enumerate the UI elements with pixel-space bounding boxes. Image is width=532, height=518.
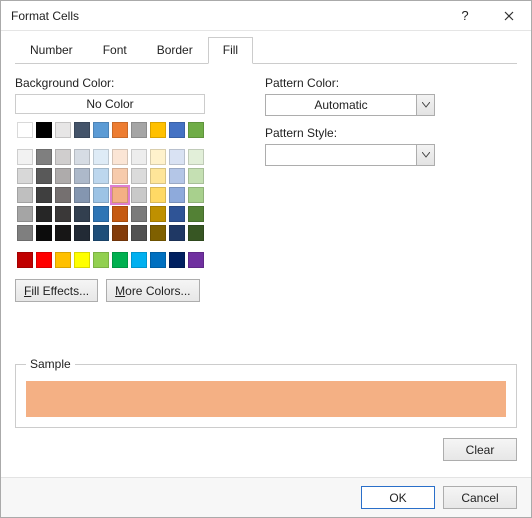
color-swatch[interactable] [55, 168, 71, 184]
color-swatch[interactable] [131, 252, 147, 268]
color-swatch[interactable] [150, 149, 166, 165]
color-swatch[interactable] [169, 206, 185, 222]
background-color-label: Background Color: [15, 76, 235, 90]
color-swatch[interactable] [55, 252, 71, 268]
color-swatch[interactable] [93, 187, 109, 203]
fill-effects-button[interactable]: Fill Effects... [15, 279, 98, 302]
color-swatch[interactable] [188, 252, 204, 268]
color-swatch[interactable] [74, 206, 90, 222]
color-swatch[interactable] [169, 187, 185, 203]
color-swatch[interactable] [36, 206, 52, 222]
color-swatch[interactable] [74, 225, 90, 241]
color-swatch[interactable] [36, 149, 52, 165]
tab-strip: NumberFontBorderFill [15, 37, 517, 64]
color-swatch[interactable] [169, 225, 185, 241]
color-swatch[interactable] [150, 225, 166, 241]
chevron-down-icon [416, 95, 434, 115]
color-swatch[interactable] [93, 149, 109, 165]
color-swatch[interactable] [74, 149, 90, 165]
no-color-button[interactable]: No Color [15, 94, 205, 114]
color-swatch[interactable] [55, 122, 71, 138]
pattern-style-dropdown[interactable] [265, 144, 435, 166]
color-swatch[interactable] [17, 252, 33, 268]
color-swatch[interactable] [36, 187, 52, 203]
color-swatch[interactable] [17, 149, 33, 165]
color-swatch[interactable] [36, 225, 52, 241]
color-swatch[interactable] [112, 168, 128, 184]
color-swatch[interactable] [17, 187, 33, 203]
window-title: Format Cells [11, 9, 443, 23]
tab-font[interactable]: Font [88, 37, 142, 64]
tab-number[interactable]: Number [15, 37, 88, 64]
color-swatch[interactable] [112, 122, 128, 138]
color-swatch[interactable] [188, 149, 204, 165]
color-swatch[interactable] [112, 252, 128, 268]
color-swatch[interactable] [150, 187, 166, 203]
color-swatch[interactable] [112, 225, 128, 241]
color-swatch[interactable] [112, 187, 128, 203]
color-swatch[interactable] [93, 252, 109, 268]
color-swatch[interactable] [17, 122, 33, 138]
color-swatch[interactable] [150, 122, 166, 138]
color-swatch[interactable] [93, 168, 109, 184]
color-swatch[interactable] [131, 187, 147, 203]
ok-button[interactable]: OK [361, 486, 435, 509]
tab-border[interactable]: Border [142, 37, 208, 64]
dialog-footer: OK Cancel [1, 477, 531, 517]
pattern-color-label: Pattern Color: [265, 76, 517, 90]
color-swatch[interactable] [131, 168, 147, 184]
clear-button[interactable]: Clear [443, 438, 517, 461]
color-swatch[interactable] [55, 187, 71, 203]
color-swatch[interactable] [169, 122, 185, 138]
color-swatch[interactable] [36, 168, 52, 184]
color-swatch[interactable] [55, 206, 71, 222]
cancel-button[interactable]: Cancel [443, 486, 517, 509]
color-swatch[interactable] [17, 225, 33, 241]
color-swatch[interactable] [150, 252, 166, 268]
chevron-down-icon [416, 145, 434, 165]
close-button[interactable] [487, 1, 531, 31]
color-swatch[interactable] [74, 122, 90, 138]
close-icon [504, 11, 514, 21]
color-swatch[interactable] [188, 168, 204, 184]
color-swatch[interactable] [150, 206, 166, 222]
color-swatch[interactable] [131, 206, 147, 222]
color-palette [15, 120, 205, 269]
color-swatch[interactable] [55, 225, 71, 241]
sample-fieldset: Sample [15, 357, 517, 428]
color-swatch[interactable] [169, 252, 185, 268]
help-button[interactable]: ? [443, 1, 487, 31]
color-swatch[interactable] [74, 252, 90, 268]
sample-preview [26, 381, 506, 417]
sample-legend: Sample [26, 357, 75, 371]
color-swatch[interactable] [131, 149, 147, 165]
color-swatch[interactable] [55, 149, 71, 165]
color-swatch[interactable] [93, 122, 109, 138]
color-swatch[interactable] [188, 187, 204, 203]
color-swatch[interactable] [112, 206, 128, 222]
color-swatch[interactable] [112, 149, 128, 165]
color-swatch[interactable] [17, 168, 33, 184]
color-swatch[interactable] [36, 122, 52, 138]
pattern-color-value: Automatic [266, 98, 416, 112]
pattern-color-dropdown[interactable]: Automatic [265, 94, 435, 116]
color-swatch[interactable] [131, 122, 147, 138]
color-swatch[interactable] [93, 206, 109, 222]
color-swatch[interactable] [93, 225, 109, 241]
more-colors-button[interactable]: More Colors... [106, 279, 199, 302]
color-swatch[interactable] [169, 168, 185, 184]
color-swatch[interactable] [188, 122, 204, 138]
tab-fill[interactable]: Fill [208, 37, 253, 64]
color-swatch[interactable] [169, 149, 185, 165]
color-swatch[interactable] [17, 206, 33, 222]
color-swatch[interactable] [74, 187, 90, 203]
color-swatch[interactable] [150, 168, 166, 184]
color-swatch[interactable] [74, 168, 90, 184]
titlebar: Format Cells ? [1, 1, 531, 31]
color-swatch[interactable] [36, 252, 52, 268]
color-swatch[interactable] [131, 225, 147, 241]
color-swatch[interactable] [188, 225, 204, 241]
color-swatch[interactable] [188, 206, 204, 222]
pattern-style-label: Pattern Style: [265, 126, 517, 140]
